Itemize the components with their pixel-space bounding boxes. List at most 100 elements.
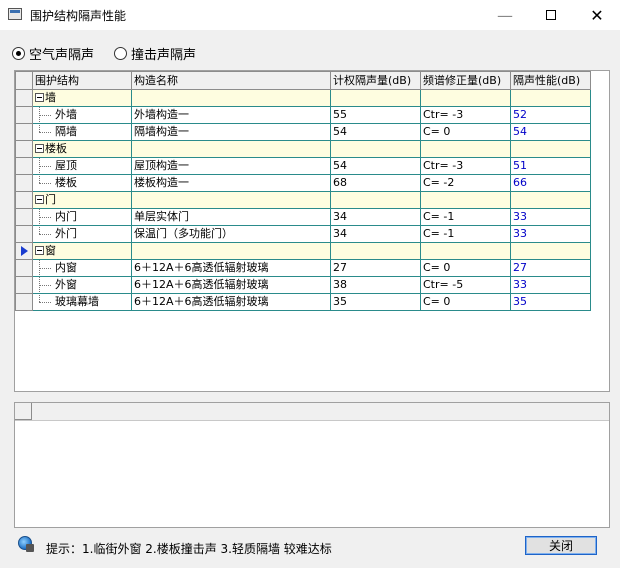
correction-cell[interactable]: C= 0	[420, 259, 511, 277]
table-row[interactable]: 外门 保温门（多功能门） 34 C= -1 33	[15, 225, 591, 243]
performance-cell[interactable]: 51	[510, 157, 591, 175]
impact-radio[interactable]: 撞击声隔声	[114, 44, 196, 63]
table-cell[interactable]	[510, 89, 591, 107]
construction-cell[interactable]: 6＋12A＋6高透低辐射玻璃	[131, 276, 331, 294]
row-header[interactable]	[15, 242, 33, 260]
group-cell[interactable]: 门	[32, 191, 132, 209]
performance-cell[interactable]: 27	[510, 259, 591, 277]
construction-cell[interactable]: 单层实体门	[131, 208, 331, 226]
table-row[interactable]: 隔墙 隔墙构造一 54 C= 0 54	[15, 123, 591, 141]
rw-cell[interactable]: 27	[330, 259, 421, 277]
construction-cell[interactable]: 保温门（多功能门）	[131, 225, 331, 243]
table-cell[interactable]	[330, 242, 421, 260]
column-header[interactable]: 计权隔声量(dB)	[330, 71, 421, 90]
table-cell[interactable]	[131, 89, 331, 107]
construction-cell[interactable]: 外墙构造一	[131, 106, 331, 124]
row-header[interactable]	[15, 174, 33, 192]
enclosure-name-cell[interactable]: 外窗	[32, 276, 132, 294]
table-cell[interactable]	[420, 89, 511, 107]
correction-cell[interactable]: C= -1	[420, 208, 511, 226]
construction-cell[interactable]: 楼板构造一	[131, 174, 331, 192]
table-cell[interactable]	[420, 191, 511, 209]
group-row[interactable]: 墙	[15, 89, 591, 107]
enclosure-name-cell[interactable]: 内门	[32, 208, 132, 226]
rw-cell[interactable]: 34	[330, 208, 421, 226]
table-row[interactable]: 内窗 6＋12A＋6高透低辐射玻璃 27 C= 0 27	[15, 259, 591, 277]
rw-cell[interactable]: 68	[330, 174, 421, 192]
table-cell[interactable]	[330, 89, 421, 107]
table-cell[interactable]	[510, 191, 591, 209]
table-row[interactable]: 内门 单层实体门 34 C= -1 33	[15, 208, 591, 226]
row-header[interactable]	[15, 106, 33, 124]
maximize-button[interactable]	[528, 0, 574, 30]
close-button[interactable]: 关闭	[525, 536, 597, 555]
table-row[interactable]: 屋顶 屋顶构造一 54 Ctr= -3 51	[15, 157, 591, 175]
table-cell[interactable]	[330, 191, 421, 209]
airborne-radio-indicator[interactable]	[12, 47, 25, 60]
table-cell[interactable]	[510, 140, 591, 158]
performance-cell[interactable]: 35	[510, 293, 591, 311]
table-cell[interactable]	[131, 191, 331, 209]
enclosure-name-cell[interactable]: 隔墙	[32, 123, 132, 141]
correction-cell[interactable]: C= -1	[420, 225, 511, 243]
correction-cell[interactable]: Ctr= -5	[420, 276, 511, 294]
row-header[interactable]	[15, 208, 33, 226]
construction-cell[interactable]: 隔墙构造一	[131, 123, 331, 141]
enclosure-name-cell[interactable]: 玻璃幕墙	[32, 293, 132, 311]
performance-cell[interactable]: 66	[510, 174, 591, 192]
collapse-icon[interactable]	[35, 246, 44, 255]
table-row[interactable]: 外墙 外墙构造一 55 Ctr= -3 52	[15, 106, 591, 124]
row-header[interactable]	[15, 89, 33, 107]
impact-radio-indicator[interactable]	[114, 47, 128, 60]
performance-cell[interactable]: 52	[510, 106, 591, 124]
column-header[interactable]: 构造名称	[131, 71, 331, 90]
group-cell[interactable]: 墙	[32, 89, 132, 107]
group-row[interactable]: 门	[15, 191, 591, 209]
enclosure-name-cell[interactable]: 屋顶	[32, 157, 132, 175]
collapse-icon[interactable]	[35, 195, 44, 204]
row-header[interactable]	[15, 293, 33, 311]
construction-cell[interactable]: 6＋12A＋6高透低辐射玻璃	[131, 293, 331, 311]
enclosure-name-cell[interactable]: 外门	[32, 225, 132, 243]
correction-cell[interactable]: C= 0	[420, 123, 511, 141]
table-row[interactable]: 玻璃幕墙 6＋12A＋6高透低辐射玻璃 35 C= 0 35	[15, 293, 591, 311]
row-header[interactable]	[15, 123, 33, 141]
rw-cell[interactable]: 55	[330, 106, 421, 124]
row-header[interactable]	[15, 259, 33, 277]
enclosure-name-cell[interactable]: 楼板	[32, 174, 132, 192]
performance-cell[interactable]: 33	[510, 208, 591, 226]
row-header[interactable]	[15, 140, 33, 158]
table-row[interactable]: 外窗 6＋12A＋6高透低辐射玻璃 38 Ctr= -5 33	[15, 276, 591, 294]
table-cell[interactable]	[131, 140, 331, 158]
collapse-icon[interactable]	[35, 93, 44, 102]
table-row[interactable]: 楼板 楼板构造一 68 C= -2 66	[15, 174, 591, 192]
airborne-radio[interactable]: 空气声隔声	[12, 44, 94, 63]
rw-cell[interactable]: 35	[330, 293, 421, 311]
table-cell[interactable]	[420, 242, 511, 260]
close-window-button[interactable]: ✕	[574, 0, 620, 30]
table-cell[interactable]	[510, 242, 591, 260]
column-header[interactable]: 围护结构	[32, 71, 132, 90]
performance-cell[interactable]: 33	[510, 276, 591, 294]
performance-cell[interactable]: 54	[510, 123, 591, 141]
column-header[interactable]: 频谱修正量(dB)	[420, 71, 511, 90]
minimize-button[interactable]: —	[482, 0, 528, 30]
correction-cell[interactable]: Ctr= -3	[420, 106, 511, 124]
rw-cell[interactable]: 34	[330, 225, 421, 243]
enclosure-name-cell[interactable]: 内窗	[32, 259, 132, 277]
rw-cell[interactable]: 54	[330, 157, 421, 175]
group-row[interactable]: 楼板	[15, 140, 591, 158]
correction-cell[interactable]: C= 0	[420, 293, 511, 311]
row-header[interactable]	[15, 276, 33, 294]
row-header[interactable]	[15, 191, 33, 209]
construction-cell[interactable]: 6＋12A＋6高透低辐射玻璃	[131, 259, 331, 277]
correction-cell[interactable]: Ctr= -3	[420, 157, 511, 175]
enclosure-name-cell[interactable]: 外墙	[32, 106, 132, 124]
collapse-icon[interactable]	[35, 144, 44, 153]
table-cell[interactable]	[330, 140, 421, 158]
row-header[interactable]	[15, 225, 33, 243]
performance-cell[interactable]: 33	[510, 225, 591, 243]
table-cell[interactable]	[131, 242, 331, 260]
group-row[interactable]: 窗	[15, 242, 591, 260]
row-header[interactable]	[15, 157, 33, 175]
